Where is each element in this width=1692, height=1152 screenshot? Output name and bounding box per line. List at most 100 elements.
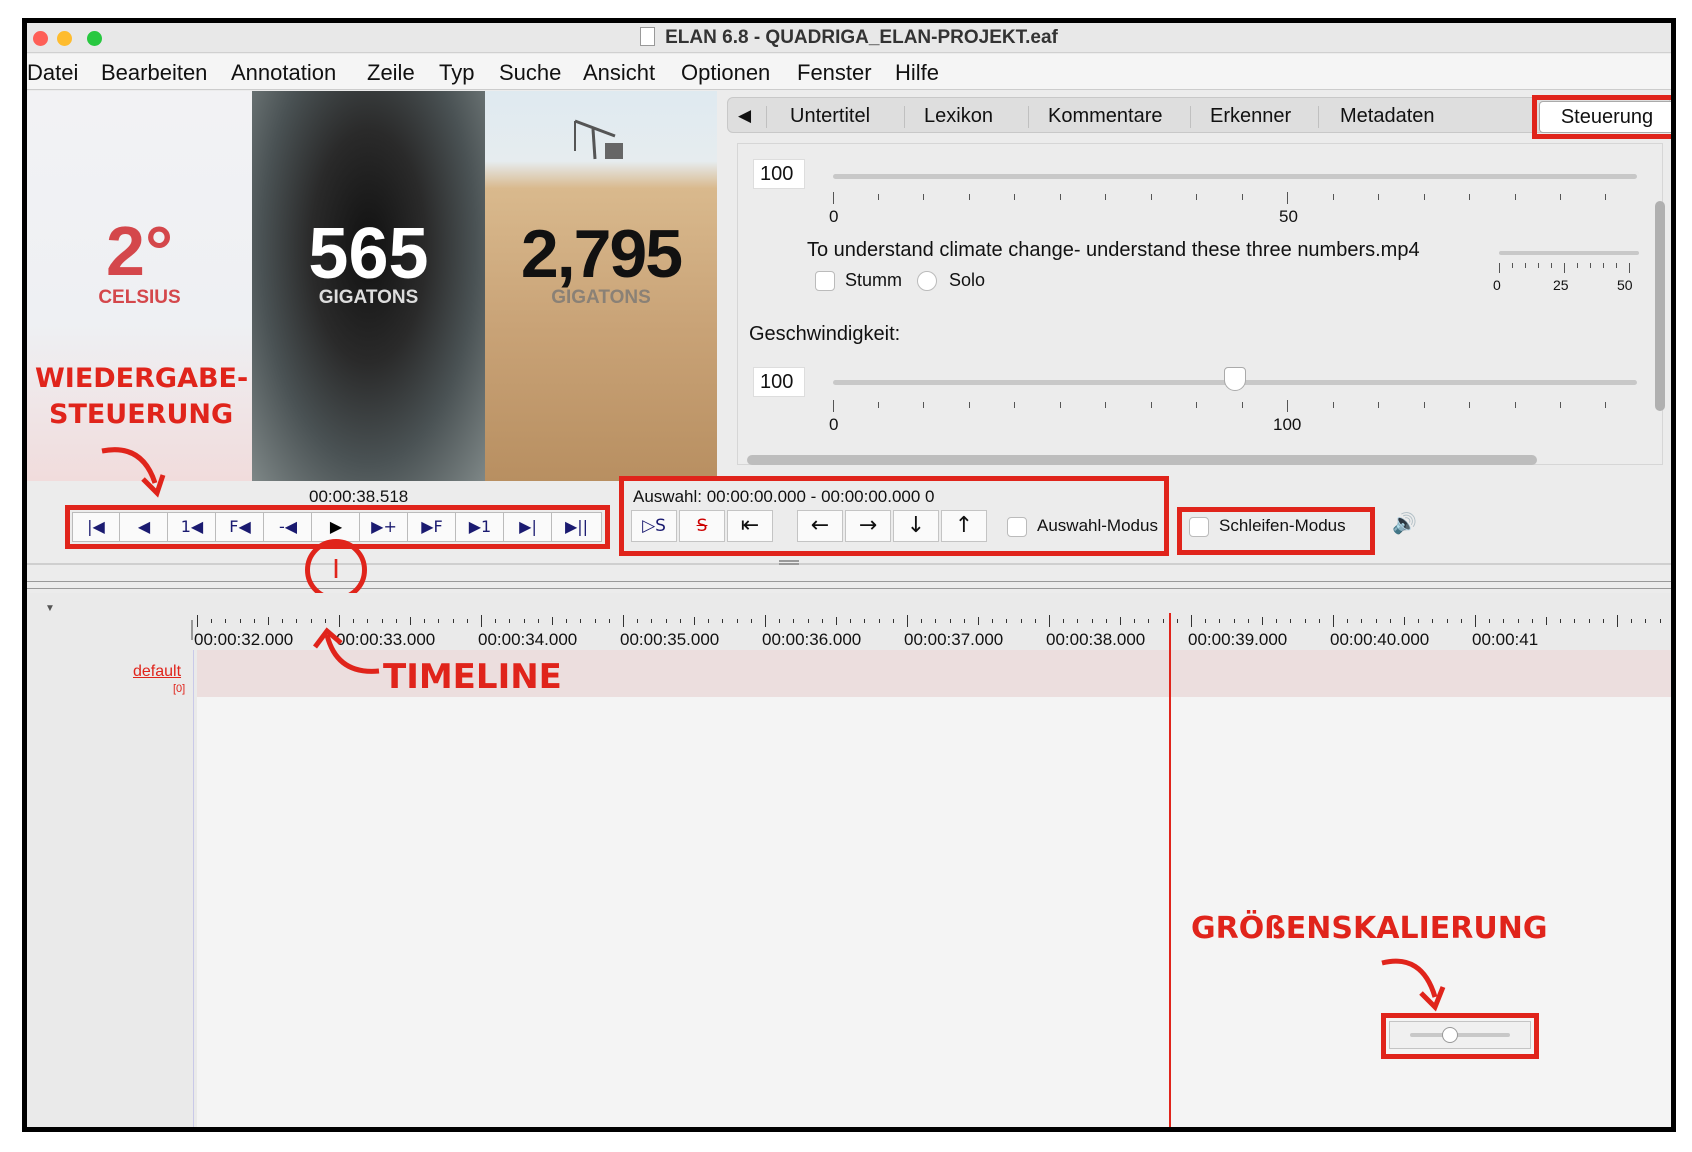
annotation-arrow-icon <box>1381 958 1446 1012</box>
ruler-tick <box>949 619 951 623</box>
timeline-menu-icon[interactable]: ▼ <box>45 603 55 614</box>
tier-name-default[interactable]: default <box>133 663 181 681</box>
ruler-tick <box>1645 619 1647 623</box>
video-panel-565: 565 GIGATONS <box>252 91 485 481</box>
mute-checkbox[interactable] <box>815 271 835 291</box>
ruler-tick <box>495 619 497 623</box>
ruler-tick <box>1574 619 1576 623</box>
ruler-tick <box>1077 619 1079 623</box>
speed-value-field[interactable]: 100 <box>753 367 805 397</box>
annotation-arrow-icon <box>313 627 380 674</box>
ruler-tick <box>253 619 255 623</box>
ruler-tick <box>1020 619 1022 623</box>
annotation-timeline: TIMELINE <box>383 657 562 697</box>
tab-scroll-left-icon[interactable]: ◀ <box>738 106 751 126</box>
timeline-ruler[interactable] <box>197 615 1671 629</box>
tab-separator <box>766 106 767 128</box>
timeline-time-label: 00:00:38.000 <box>1046 630 1146 649</box>
text-cursor-highlight: I <box>305 539 367 601</box>
menu-zeile[interactable]: Zeile <box>367 60 415 86</box>
media-volume-ticks <box>1499 263 1639 273</box>
current-time: 00:00:38.518 <box>309 487 409 506</box>
menu-annotation[interactable]: Annotation <box>231 60 336 86</box>
ruler-tick <box>722 619 724 623</box>
ruler-tick <box>1333 615 1334 627</box>
video-text-2795: 2,795 <box>520 216 683 292</box>
tab-kommentare[interactable]: Kommentare <box>1048 105 1163 128</box>
ruler-tick <box>1191 615 1192 627</box>
solo-radio[interactable] <box>917 271 937 291</box>
menu-ansicht[interactable]: Ansicht <box>583 60 655 86</box>
menu-fenster[interactable]: Fenster <box>797 60 872 86</box>
ruler-tick <box>836 617 837 625</box>
ruler-tick <box>821 619 823 623</box>
ruler-tick <box>1460 619 1462 623</box>
video-text-celsius: CELSIUS <box>98 287 181 308</box>
tab-lexikon[interactable]: Lexikon <box>924 105 993 128</box>
ruler-tick <box>211 619 213 623</box>
timeline-handle[interactable] <box>191 620 193 640</box>
ruler-tick <box>424 619 426 623</box>
ruler-tick <box>509 619 511 623</box>
ruler-tick <box>1247 619 1249 623</box>
ruler-tick <box>1304 619 1306 623</box>
crosshair-cursor[interactable] <box>1169 613 1171 1127</box>
timeline-time-label: 00:00:35.000 <box>620 630 720 649</box>
menu-datei[interactable]: Datei <box>27 60 78 86</box>
ruler-tick <box>1262 617 1263 625</box>
ruler-tick <box>651 619 653 623</box>
ruler-tick <box>637 619 639 623</box>
timeline-horizontal-scrollbar[interactable] <box>417 1127 477 1132</box>
ruler-tick <box>537 619 539 623</box>
tab-erkenner[interactable]: Erkenner <box>1210 105 1291 128</box>
ruler-tick <box>1375 619 1377 623</box>
ruler-tick <box>878 619 880 623</box>
media-file-name: To understand climate change- understand… <box>807 239 1420 261</box>
ruler-tick <box>552 617 553 625</box>
menu-suche[interactable]: Suche <box>499 60 561 86</box>
ruler-tick <box>1205 619 1207 623</box>
ruler-tick <box>892 619 894 623</box>
menu-typ[interactable]: Typ <box>439 60 474 86</box>
ruler-tick <box>1602 619 1604 623</box>
media-volume-slider[interactable] <box>1499 251 1639 255</box>
ruler-tick <box>1531 619 1533 623</box>
volume-value-field[interactable]: 100 <box>753 159 805 189</box>
tab-separator <box>904 106 905 128</box>
menu-hilfe[interactable]: Hilfe <box>895 60 939 86</box>
timeline-time-label: 00:00:41 <box>1472 630 1539 649</box>
speaker-icon[interactable]: 🔊 <box>1392 511 1417 536</box>
tab-untertitel[interactable]: Untertitel <box>790 105 870 128</box>
ruler-tick <box>296 619 298 623</box>
ruler-tick <box>1162 619 1164 623</box>
speed-slider-ticks <box>833 400 1637 412</box>
speed-slider-thumb[interactable] <box>1224 367 1246 391</box>
video-text-gigatons-2: GIGATONS <box>551 287 651 308</box>
panel-vertical-scrollbar[interactable] <box>1655 201 1665 411</box>
ruler-tick <box>1446 619 1448 623</box>
volume-tick-0: 0 <box>829 207 839 226</box>
ruler-tick <box>466 619 468 623</box>
menu-bar: Datei Bearbeiten Annotation Zeile Typ Su… <box>27 54 1671 90</box>
ruler-tick <box>1361 619 1363 623</box>
splitter-grip-icon[interactable] <box>779 560 799 565</box>
tab-metadaten[interactable]: Metadaten <box>1340 105 1435 128</box>
timeline-viewer[interactable] <box>197 651 1671 1127</box>
ruler-tick <box>1404 617 1405 625</box>
ruler-tick <box>1034 619 1036 623</box>
annotation-playback-line2: STEUERUNG <box>49 399 234 430</box>
splitter[interactable] <box>27 563 1671 565</box>
tier-label-divider <box>193 650 194 1127</box>
document-icon <box>640 27 656 46</box>
timeline-time-label: 00:00:32.000 <box>194 630 294 649</box>
zoom-highlight-box <box>1381 1013 1539 1059</box>
ruler-tick <box>935 619 937 623</box>
oil-pump-icon <box>574 119 623 160</box>
menu-optionen[interactable]: Optionen <box>681 60 770 86</box>
video-text-565: 565 <box>308 214 429 294</box>
ruler-tick <box>1318 619 1320 623</box>
ruler-tick <box>438 619 440 623</box>
menu-bearbeiten[interactable]: Bearbeiten <box>101 60 207 86</box>
panel-horizontal-scrollbar[interactable] <box>747 455 1537 465</box>
volume-slider[interactable] <box>833 174 1637 179</box>
